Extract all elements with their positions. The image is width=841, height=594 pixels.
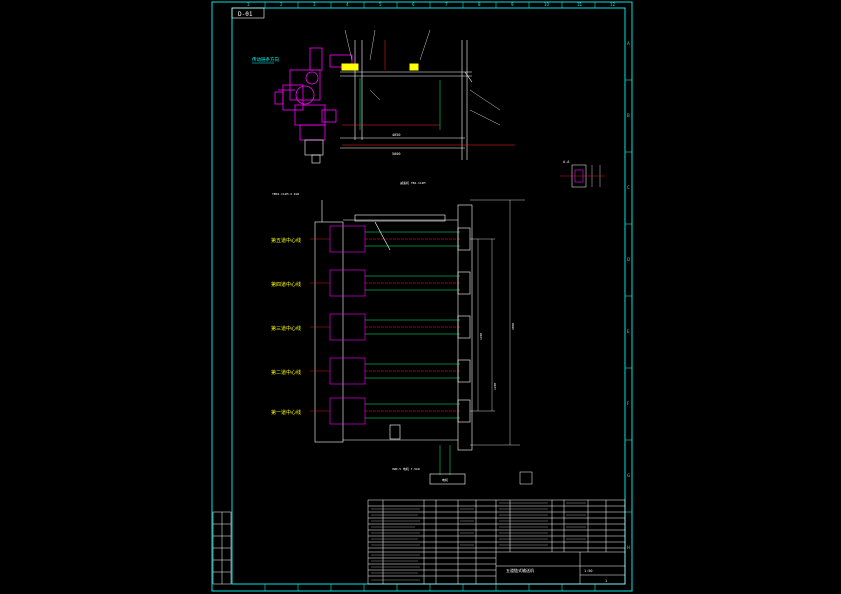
svg-text:电机: 电机 [442, 477, 448, 482]
svg-text:A: A [627, 41, 630, 46]
svg-text:1200: 1200 [493, 383, 497, 390]
svg-text:D: D [627, 257, 630, 262]
svg-text:5: 5 [379, 2, 382, 7]
svg-text:11: 11 [577, 2, 583, 7]
centerline-label-1: 第一道中心线 [271, 409, 301, 416]
svg-text:E: E [627, 329, 630, 334]
svg-text:减速机 YB2-112M: 减速机 YB2-112M [400, 180, 425, 185]
svg-text:C: C [627, 185, 630, 190]
drawing-number: D-01 [238, 11, 253, 18]
svg-text:12: 12 [610, 2, 616, 7]
centerline-label-3: 第三道中心线 [271, 325, 301, 332]
detail-a-a: A-A [560, 160, 605, 188]
svg-text:5000: 5000 [392, 152, 400, 156]
svg-text:1: 1 [247, 2, 250, 7]
lane-2 [329, 357, 471, 385]
svg-text:B: B [627, 113, 630, 118]
lane-1 [329, 397, 471, 425]
cad-drawing: 1 2 3 4 5 6 7 8 9 10 11 12 A B C D E F G… [211, 1, 633, 592]
centerline-label-4: 第四道中心线 [271, 281, 301, 288]
svg-text:6: 6 [412, 2, 415, 7]
svg-text:2: 2 [280, 2, 283, 7]
scale-value: 1:50 [584, 569, 592, 573]
svg-text:9: 9 [511, 2, 514, 7]
lane-5 [329, 221, 471, 253]
sheet-value: 1 [605, 579, 607, 583]
svg-text:F: F [627, 401, 630, 406]
svg-text:A-A: A-A [563, 160, 570, 164]
plan-view: YBK2-112M-4 4kW 减速机 YB2-112M 第五道中心线 第四道中… [271, 180, 533, 485]
svg-text:1200: 1200 [479, 333, 483, 340]
svg-text:XWD-5 电机 7.5kW: XWD-5 电机 7.5kW [392, 466, 420, 471]
elevation-view: 传动链条方向 4050 5000 [252, 29, 515, 164]
svg-text:G: G [627, 473, 630, 478]
svg-text:YBK2-112M-4 4kW: YBK2-112M-4 4kW [272, 192, 299, 196]
parts-list-text [371, 502, 586, 581]
revision-strip [212, 511, 232, 585]
drive-assembly [274, 47, 353, 141]
sheet-border [211, 1, 633, 592]
svg-text:H: H [627, 545, 630, 550]
svg-text:7: 7 [445, 2, 448, 7]
svg-text:8: 8 [478, 2, 481, 7]
column-numbers: 1 2 3 4 5 6 7 8 9 10 11 12 [247, 2, 616, 7]
lane-4 [329, 269, 471, 297]
svg-text:3: 3 [313, 2, 316, 7]
drawing-title: 五道链式输送机 [506, 567, 534, 573]
svg-text:10: 10 [544, 2, 550, 7]
drawing-frame [231, 7, 626, 585]
conveyor-lanes [329, 221, 471, 425]
centerline-label-5: 第五道中心线 [271, 237, 301, 244]
row-letters: A B C D E F G H [627, 41, 630, 550]
top-note: 传动链条方向 [252, 56, 279, 63]
svg-text:4800: 4800 [511, 323, 515, 330]
centerline-label-2: 第二道中心线 [271, 369, 301, 376]
svg-text:4: 4 [346, 2, 349, 7]
lane-3 [329, 313, 471, 341]
svg-text:4050: 4050 [392, 133, 400, 137]
